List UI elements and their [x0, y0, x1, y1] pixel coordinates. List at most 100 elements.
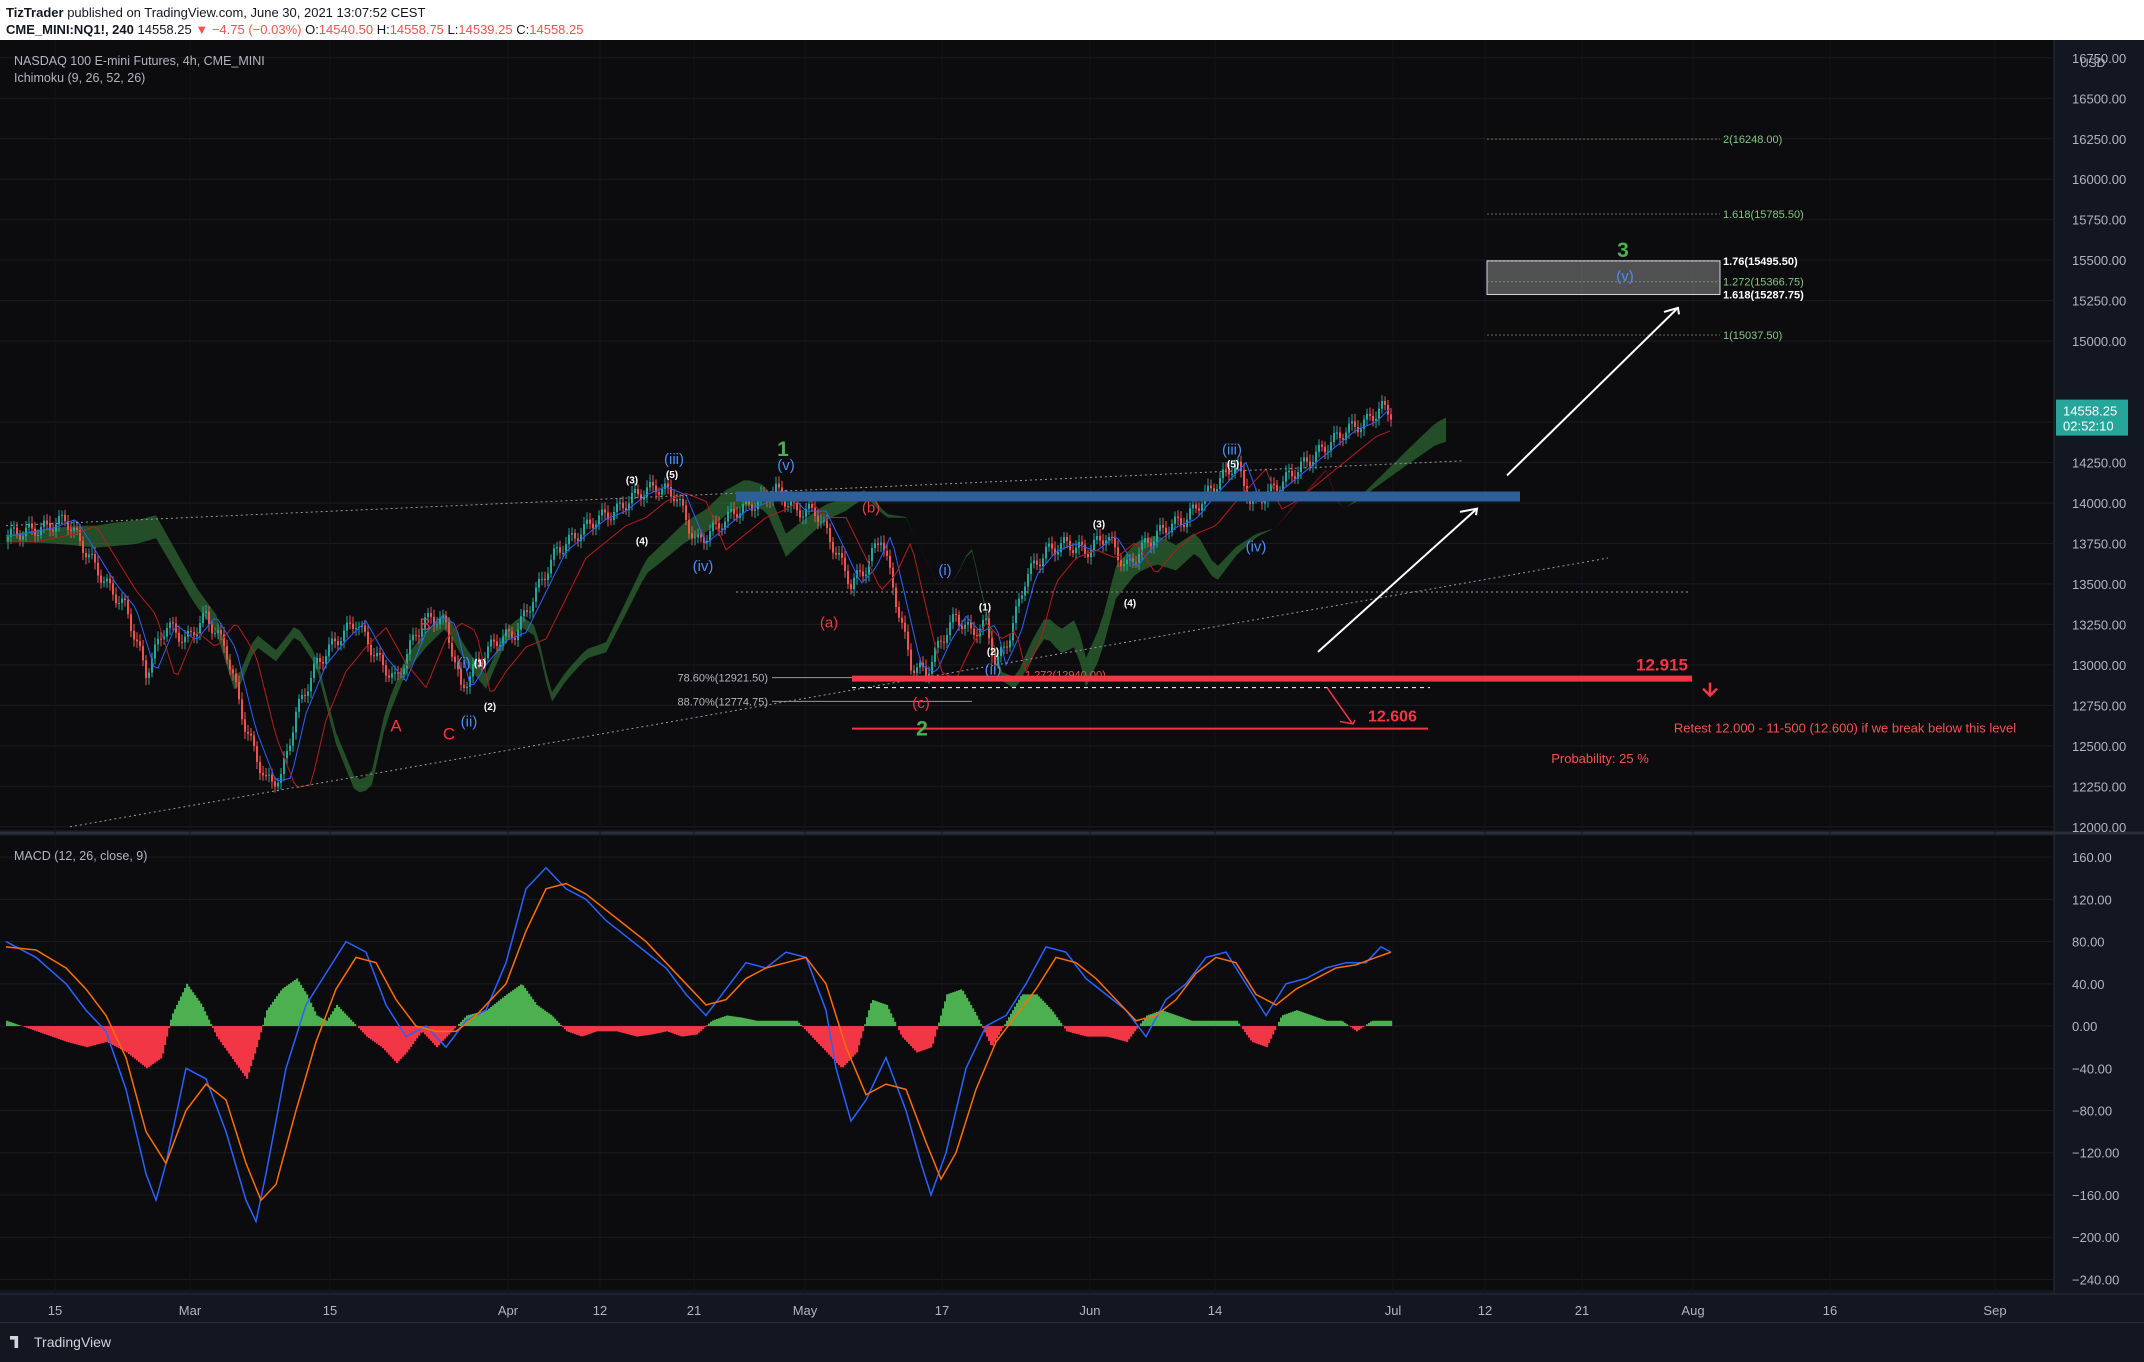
resistance-zone[interactable]	[736, 492, 1520, 502]
macd-histogram-bar	[40, 1026, 42, 1033]
macd-histogram-bar	[706, 1025, 708, 1026]
macd-histogram-bar	[170, 1020, 172, 1026]
candle-body	[1306, 457, 1308, 461]
wave-label: (b)	[862, 500, 880, 517]
macd-histogram-bar	[164, 1026, 166, 1045]
macd-histogram-bar	[934, 1026, 936, 1037]
candle-body	[268, 775, 270, 776]
macd-histogram-bar	[222, 1026, 224, 1045]
author-name[interactable]: TizTrader	[6, 5, 64, 20]
macd-histogram-bar	[202, 1007, 204, 1026]
macd-histogram-bar	[516, 987, 518, 1026]
macd-histogram-bar	[38, 1026, 40, 1032]
candle-body	[1324, 447, 1326, 453]
macd-histogram-bar	[228, 1026, 230, 1053]
macd-histogram-bar	[1132, 1026, 1134, 1034]
candle-body	[862, 571, 864, 576]
wave-label: (2)	[987, 647, 999, 658]
candle-body	[76, 528, 78, 530]
macd-histogram-bar	[926, 1026, 928, 1049]
macd-histogram-bar	[96, 1026, 98, 1044]
macd-histogram-bar	[270, 1005, 272, 1026]
macd-histogram-bar	[876, 1001, 878, 1026]
level-12915-bar[interactable]	[852, 676, 1692, 682]
candle-body	[880, 543, 882, 545]
candle-body	[82, 541, 84, 553]
candle-body	[64, 515, 66, 521]
candle-body	[1147, 538, 1149, 542]
ichimoku-cloud-segment	[138, 518, 144, 543]
macd-histogram-bar	[1052, 1012, 1054, 1026]
macd-histogram-bar	[780, 1021, 782, 1026]
candle-body	[1366, 414, 1368, 420]
candle-body	[1183, 525, 1185, 527]
candle-body	[118, 603, 120, 604]
candle-body	[1321, 445, 1323, 447]
macd-histogram-bar	[344, 1013, 346, 1026]
macd-histogram-bar	[312, 1007, 314, 1026]
tradingview-logo[interactable]: TradingView	[10, 1334, 111, 1350]
macd-histogram-bar	[1282, 1015, 1284, 1026]
macd-histogram-bar	[1362, 1026, 1364, 1027]
macd-histogram-bar	[1094, 1026, 1096, 1037]
ichimoku-cloud-segment	[1434, 421, 1440, 446]
macd-histogram-bar	[634, 1026, 636, 1036]
macd-histogram-bar	[628, 1026, 630, 1034]
candle-body	[1087, 554, 1089, 557]
macd-histogram-bar	[674, 1026, 676, 1034]
macd-histogram-bar	[638, 1026, 640, 1036]
wave-label: B	[419, 615, 430, 634]
macd-histogram-bar	[1104, 1026, 1106, 1037]
wave-label: 2	[916, 717, 928, 740]
macd-histogram-bar	[540, 1008, 542, 1026]
macd-histogram-bar	[1226, 1021, 1228, 1026]
macd-histogram-bar	[178, 1001, 180, 1026]
macd-histogram-bar	[920, 1026, 922, 1051]
macd-histogram-bar	[650, 1026, 652, 1035]
candle-body	[895, 588, 897, 607]
macd-histogram-bar	[168, 1026, 170, 1028]
macd-histogram-bar	[80, 1026, 82, 1046]
macd-histogram-bar	[1368, 1023, 1370, 1026]
macd-histogram-bar	[946, 994, 948, 1026]
candle-body	[1003, 647, 1005, 648]
target-zone[interactable]	[1487, 261, 1720, 295]
candle-body	[943, 642, 945, 643]
candle-body	[865, 574, 867, 576]
candle-body	[1381, 401, 1383, 409]
macd-histogram-bar	[578, 1026, 580, 1036]
candle-body	[514, 638, 516, 640]
candle-body	[985, 618, 987, 619]
macd-histogram-bar	[458, 1024, 460, 1026]
candle-body	[952, 614, 954, 622]
macd-histogram-bar	[818, 1026, 820, 1044]
candle-body	[418, 636, 420, 637]
macd-histogram-bar	[962, 991, 964, 1026]
macd-histogram-bar	[148, 1026, 150, 1067]
macd-histogram-bar	[532, 999, 534, 1026]
price-tick-label: 14250.00	[2072, 456, 2126, 471]
candle-body	[904, 623, 906, 632]
candle-body	[97, 563, 99, 576]
ichimoku-legend: Ichimoku (9, 26, 52, 26)	[14, 71, 145, 85]
macd-histogram-bar	[368, 1026, 370, 1038]
chart-canvas[interactable]: 12000.0012250.0012500.0012750.0013000.00…	[0, 40, 2144, 1322]
macd-histogram-bar	[814, 1026, 816, 1040]
macd-histogram-bar	[922, 1026, 924, 1050]
macd-histogram-bar	[1252, 1026, 1254, 1042]
macd-histogram-bar	[910, 1026, 912, 1046]
main-pane	[0, 40, 2054, 830]
candle-body	[520, 616, 522, 630]
macd-histogram-bar	[1046, 1005, 1048, 1026]
macd-histogram-bar	[220, 1026, 222, 1042]
candle-body	[256, 746, 258, 762]
macd-histogram-bar	[1230, 1021, 1232, 1026]
macd-histogram-bar	[1126, 1026, 1128, 1042]
candle-body	[376, 653, 378, 656]
candle-body	[1075, 548, 1077, 553]
candle-body	[1009, 640, 1011, 647]
macd-histogram-bar	[976, 1015, 978, 1026]
macd-histogram-bar	[988, 1026, 990, 1041]
macd-histogram-bar	[364, 1026, 366, 1034]
retracement-887-label: 88.70%(12774.75)	[677, 696, 768, 708]
